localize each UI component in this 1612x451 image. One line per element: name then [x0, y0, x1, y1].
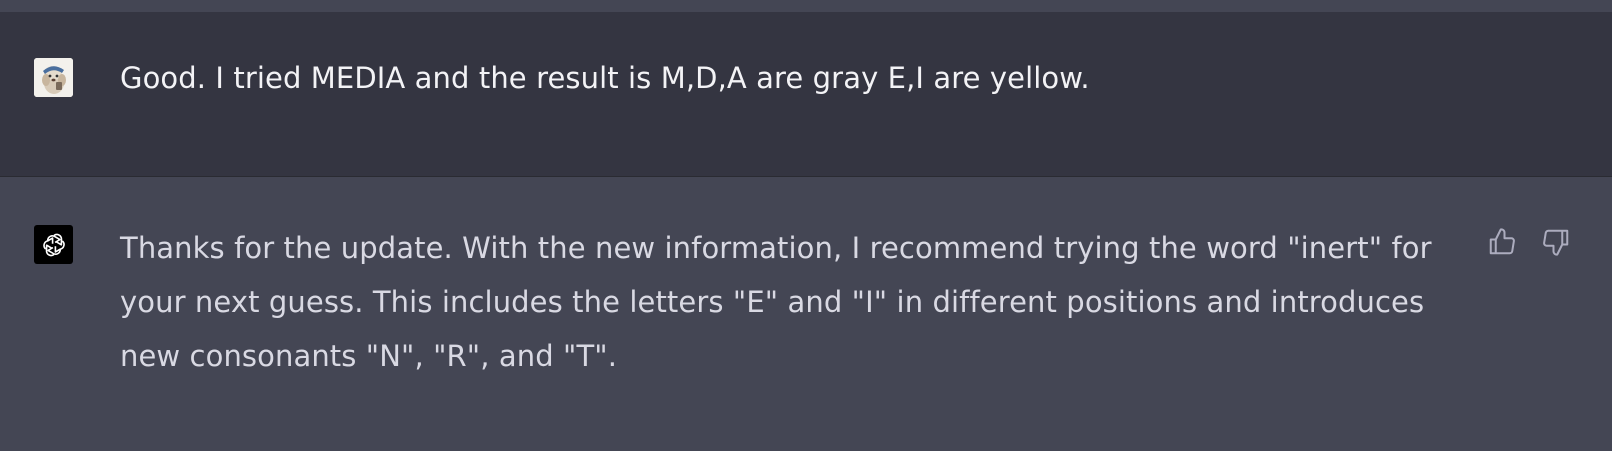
user-avatar — [34, 58, 73, 97]
assistant-message-text: Thanks for the update. With the new info… — [120, 231, 1432, 373]
thumbs-down-icon — [1543, 229, 1569, 256]
top-strip — [0, 0, 1612, 12]
feedback-actions — [1486, 225, 1572, 259]
thumbs-up-button[interactable] — [1486, 225, 1518, 259]
assistant-message: Thanks for the update. With the new info… — [0, 177, 1612, 451]
user-message-text: Good. I tried MEDIA and the result is M,… — [120, 61, 1090, 95]
thumbs-down-button[interactable] — [1540, 225, 1572, 259]
openai-logo-icon — [42, 233, 65, 256]
assistant-avatar — [34, 225, 73, 264]
user-avatar-photo — [34, 58, 73, 97]
user-message: Good. I tried MEDIA and the result is M,… — [0, 12, 1612, 177]
thumbs-up-icon — [1489, 228, 1515, 255]
